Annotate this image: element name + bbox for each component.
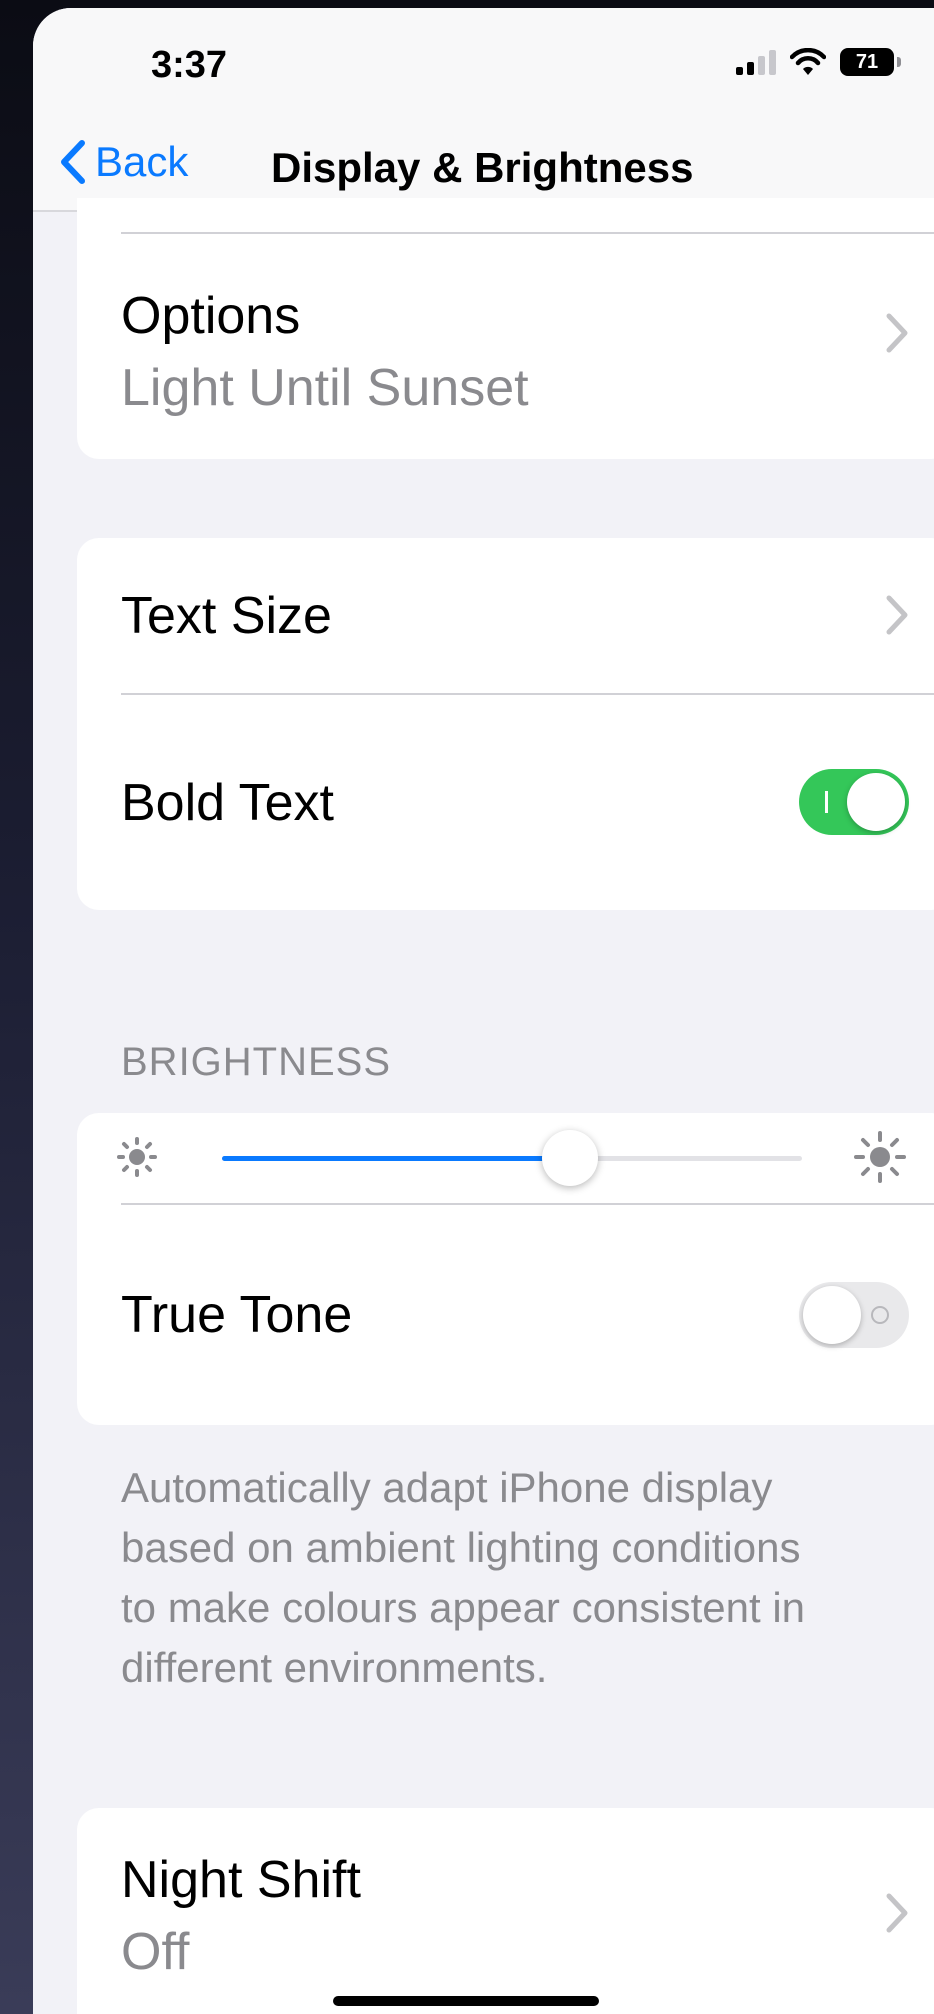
true-tone-row: True Tone [77, 1205, 934, 1425]
battery-icon: 71 [840, 48, 901, 76]
brightness-slider[interactable] [222, 1130, 802, 1186]
cellular-signal-icon [736, 49, 776, 75]
night-shift-value: Off [121, 1923, 190, 1981]
text-size-row[interactable]: Text Size [77, 538, 934, 693]
bold-text-row: Bold Text [77, 695, 934, 910]
status-icons: 71 [736, 48, 901, 76]
brightness-slider-thumb[interactable] [542, 1130, 598, 1186]
bold-text-label: Bold Text [121, 773, 334, 832]
sun-large-icon [854, 1131, 906, 1183]
text-size-label: Text Size [121, 586, 332, 645]
brightness-slider-row [77, 1113, 934, 1203]
wifi-icon [790, 48, 826, 75]
back-label: Back [95, 138, 189, 185]
true-tone-toggle[interactable] [799, 1282, 909, 1348]
chevron-right-icon [886, 1893, 908, 1933]
true-tone-label: True Tone [121, 1286, 353, 1344]
page-title: Display & Brightness [271, 144, 694, 191]
brightness-card: True Tone [77, 1113, 934, 1425]
settings-screen: 3:37 71 Back Display & Brightness Option… [33, 8, 934, 2014]
options-value: Light Until Sunset [121, 359, 529, 417]
brightness-fill [222, 1156, 570, 1161]
appearance-card: Options Light Until Sunset [77, 198, 934, 459]
battery-level: 71 [855, 51, 879, 73]
night-shift-card: Night Shift Off [77, 1808, 934, 2014]
status-bar: 3:37 71 [33, 8, 934, 118]
back-button[interactable]: Back [59, 138, 188, 186]
home-indicator[interactable] [333, 1996, 599, 2006]
chevron-right-icon [886, 595, 908, 635]
toggle-knob [847, 773, 905, 831]
text-card: Text Size Bold Text [77, 538, 934, 910]
options-row[interactable]: Options Light Until Sunset [77, 234, 934, 459]
brightness-header: BRIGHTNESS [121, 1040, 392, 1084]
night-shift-row[interactable]: Night Shift Off [77, 1808, 934, 1988]
bold-text-toggle[interactable] [799, 769, 909, 835]
true-tone-footnote: Automatically adapt iPhone display based… [121, 1464, 806, 1691]
chevron-right-icon [886, 313, 908, 353]
chevron-left-icon [61, 140, 85, 184]
night-shift-label: Night Shift [121, 1851, 361, 1909]
toggle-knob [803, 1286, 861, 1344]
options-label: Options [121, 287, 301, 345]
status-time: 3:37 [151, 44, 228, 86]
sun-small-icon [117, 1137, 157, 1177]
